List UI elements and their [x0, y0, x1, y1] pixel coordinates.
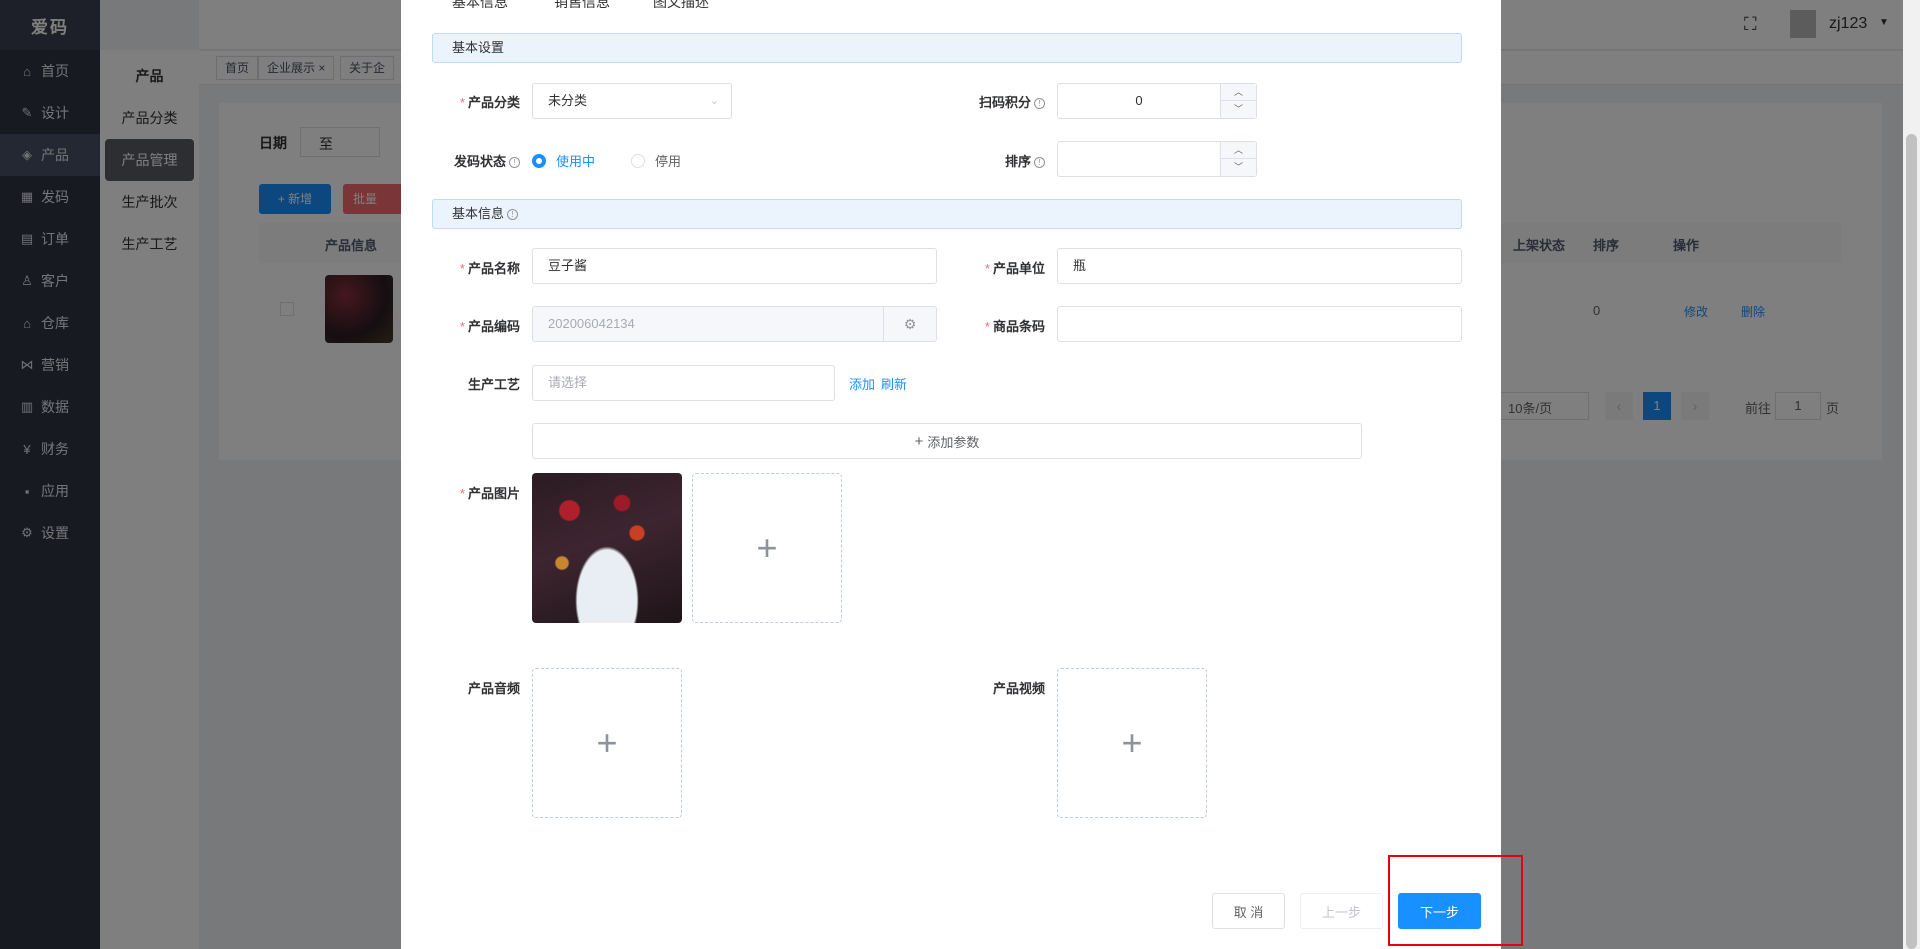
tab-description[interactable]: 图文描述 — [653, 0, 709, 8]
radio-active-label: 使用中 — [556, 154, 596, 169]
category-value: 未分类 — [548, 93, 588, 108]
scan-points-label: 扫码积分! — [945, 92, 1045, 111]
radio-inactive-label: 停用 — [655, 154, 682, 169]
sort-label-text: 排序 — [1004, 154, 1031, 169]
decrease-icon[interactable]: ﹀ — [1220, 101, 1256, 118]
product-image-thumbnail[interactable] — [532, 473, 682, 623]
product-unit-input[interactable]: 瓶 — [1057, 248, 1462, 284]
category-label-text: 产品分类 — [467, 95, 520, 110]
craft-add-link[interactable]: 添加 — [849, 374, 875, 393]
barcode-input[interactable] — [1057, 306, 1462, 342]
name-label: * 产品名称 — [459, 261, 520, 276]
unit-label: * 产品单位 — [984, 261, 1045, 276]
category-label: * 产品分类 — [459, 95, 520, 110]
dialog-tabs: 基本信息 销售信息 图文描述 — [452, 0, 852, 8]
product-code-value: 202006042134 — [548, 316, 635, 331]
section-basic-info: 基本信息! — [432, 199, 1462, 229]
radio-unchecked-icon — [631, 153, 645, 168]
sort-label: 排序! — [945, 151, 1045, 170]
tab-basic-info[interactable]: 基本信息 — [452, 0, 508, 8]
code-label-text: 产品编码 — [467, 319, 520, 334]
add-param-label: 添加参数 — [927, 434, 980, 450]
category-select[interactable]: 未分类 ⌄ — [532, 83, 732, 119]
barcode-label-text: 商品条码 — [992, 319, 1045, 334]
image-upload-box[interactable]: + — [692, 473, 842, 623]
scan-points-value: 0 — [1135, 93, 1143, 108]
code-status-label: 发码状态! — [420, 151, 520, 170]
craft-refresh-link[interactable]: 刷新 — [881, 374, 907, 393]
plus-icon: + — [914, 432, 924, 450]
code-status-label-text: 发码状态 — [453, 154, 506, 169]
chevron-down-icon: ⌄ — [709, 95, 719, 107]
craft-select[interactable]: 请选择 — [532, 365, 835, 401]
section-basic-settings: 基本设置 — [432, 33, 1462, 63]
unit-label-text: 产品单位 — [992, 261, 1045, 276]
audio-upload-box[interactable]: + — [532, 668, 682, 818]
plus-icon: + — [1121, 722, 1143, 763]
scrollbar-thumb[interactable] — [1906, 134, 1917, 949]
product-name-input[interactable]: 豆子酱 — [532, 248, 937, 284]
add-param-button[interactable]: + 添加参数 — [532, 423, 1362, 459]
audio-label: 产品音频 — [467, 681, 520, 696]
info-icon: ! — [507, 209, 519, 220]
image-label: * 产品图片 — [459, 486, 520, 501]
image-label-text: 产品图片 — [467, 486, 520, 501]
barcode-label: * 商品条码 — [984, 319, 1045, 334]
section-basic-info-title: 基本信息 — [452, 206, 505, 221]
name-label-text: 产品名称 — [467, 261, 520, 276]
scan-points-label-text: 扫码积分 — [978, 95, 1031, 110]
product-code-input: 202006042134 ⚙ — [532, 306, 937, 342]
gear-icon[interactable]: ⚙ — [883, 307, 936, 341]
info-icon: ! — [1034, 157, 1045, 168]
prev-step-button[interactable]: 上一步 — [1300, 893, 1383, 929]
radio-checked-icon — [532, 153, 546, 168]
info-icon: ! — [1034, 98, 1045, 109]
radio-active[interactable]: 使用中 — [532, 151, 595, 170]
video-label: 产品视频 — [992, 681, 1045, 696]
increase-icon[interactable]: ︿ — [1220, 84, 1256, 101]
video-upload-box[interactable]: + — [1057, 668, 1207, 818]
decrease-icon[interactable]: ﹀ — [1220, 159, 1256, 176]
highlight-box — [1388, 855, 1523, 946]
info-icon: ! — [509, 157, 520, 168]
tab-sales-info[interactable]: 销售信息 — [554, 0, 610, 8]
plus-icon: + — [596, 722, 618, 763]
increase-icon[interactable]: ︿ — [1220, 142, 1256, 159]
radio-inactive[interactable]: 停用 — [631, 151, 681, 170]
cancel-button[interactable]: 取 消 — [1212, 893, 1285, 929]
code-label: * 产品编码 — [459, 319, 520, 334]
sort-input[interactable]: ︿ ﹀ — [1057, 141, 1257, 177]
craft-label: 生产工艺 — [467, 377, 520, 392]
scan-points-input[interactable]: 0 ︿ ﹀ — [1057, 83, 1257, 119]
plus-icon: + — [756, 527, 778, 568]
